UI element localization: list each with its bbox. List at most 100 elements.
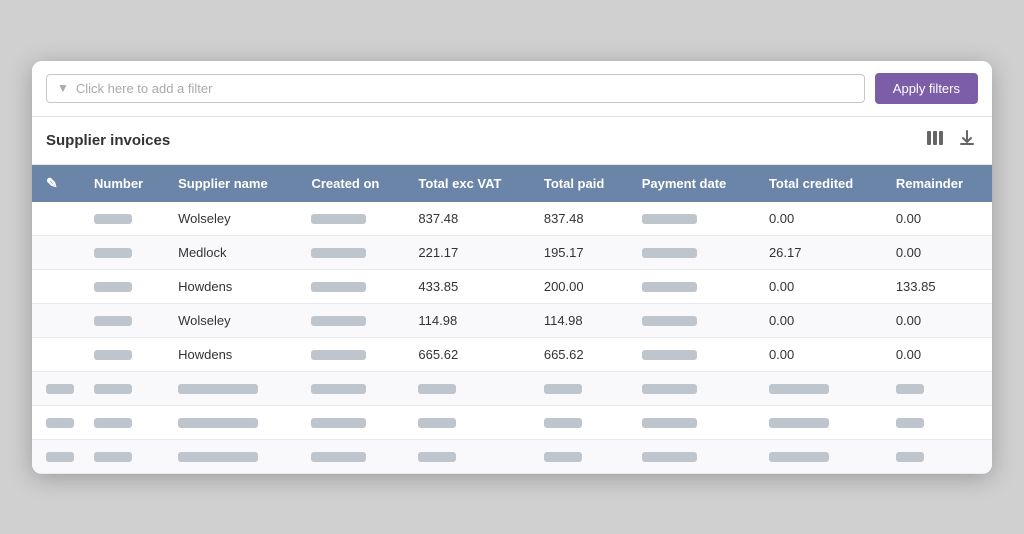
table-cell xyxy=(534,439,632,473)
table-cell-credited: 26.17 xyxy=(759,235,886,269)
apply-filters-button[interactable]: Apply filters xyxy=(875,73,978,104)
table-cell xyxy=(32,439,84,473)
table-cell-payment-date xyxy=(632,337,759,371)
table-title: Supplier invoices xyxy=(46,132,924,149)
supplier-invoices-table: ✎ Number Supplier name Created on Total … xyxy=(32,165,992,474)
table-cell-total-paid: 114.98 xyxy=(534,303,632,337)
table-row: Howdens 433.85 200.00 0.00 133.85 xyxy=(32,269,992,303)
table-cell-total-paid: 195.17 xyxy=(534,235,632,269)
table-cell xyxy=(759,439,886,473)
table-cell xyxy=(84,439,168,473)
table-cell-edit xyxy=(32,202,84,236)
table-cell-credited: 0.00 xyxy=(759,337,886,371)
table-cell xyxy=(886,439,992,473)
table-cell xyxy=(168,405,301,439)
table-cell-total-paid: 200.00 xyxy=(534,269,632,303)
table-row xyxy=(32,405,992,439)
table-cell xyxy=(32,371,84,405)
table-cell-total-paid: 665.62 xyxy=(534,337,632,371)
table-cell xyxy=(759,371,886,405)
table-cell xyxy=(84,405,168,439)
col-total-paid: Total paid xyxy=(534,165,632,202)
table-cell-created xyxy=(301,337,408,371)
table-cell-created xyxy=(301,202,408,236)
table-cell-remainder: 0.00 xyxy=(886,303,992,337)
table-cell-created xyxy=(301,303,408,337)
table-cell-supplier: Wolseley xyxy=(168,202,301,236)
table-cell-credited: 0.00 xyxy=(759,202,886,236)
table-cell xyxy=(886,405,992,439)
col-number: Number xyxy=(84,165,168,202)
table-cell xyxy=(632,439,759,473)
table-cell xyxy=(301,371,408,405)
table-cell xyxy=(534,405,632,439)
col-total-credited: Total credited xyxy=(759,165,886,202)
table-cell-total-paid: 837.48 xyxy=(534,202,632,236)
edit-icon: ✎ xyxy=(46,175,58,191)
table-cell-payment-date xyxy=(632,303,759,337)
filter-bar: ▼ Click here to add a filter Apply filte… xyxy=(32,61,992,117)
table-cell xyxy=(632,405,759,439)
table-cell-number xyxy=(84,337,168,371)
col-created-on: Created on xyxy=(301,165,408,202)
table-cell xyxy=(408,405,533,439)
table-cell-edit xyxy=(32,337,84,371)
table-cell-credited: 0.00 xyxy=(759,303,886,337)
table-header-row: Supplier invoices xyxy=(32,117,992,165)
table-row: Wolseley 837.48 837.48 0.00 0.00 xyxy=(32,202,992,236)
col-payment-date: Payment date xyxy=(632,165,759,202)
table-row: Medlock 221.17 195.17 26.17 0.00 xyxy=(32,235,992,269)
columns-icon-button[interactable] xyxy=(924,127,946,154)
table-cell-remainder: 0.00 xyxy=(886,202,992,236)
table-cell-created xyxy=(301,269,408,303)
table-cell-edit xyxy=(32,303,84,337)
filter-input-wrap[interactable]: ▼ Click here to add a filter xyxy=(46,74,865,103)
download-icon-button[interactable] xyxy=(956,127,978,154)
table-cell-number xyxy=(84,303,168,337)
table-cell-total-exc: 665.62 xyxy=(408,337,533,371)
table-cell-remainder: 0.00 xyxy=(886,235,992,269)
table-cell xyxy=(32,405,84,439)
table-cell-remainder: 133.85 xyxy=(886,269,992,303)
table-cell-edit xyxy=(32,269,84,303)
table-cell-payment-date xyxy=(632,235,759,269)
table-cell-payment-date xyxy=(632,202,759,236)
table-cell xyxy=(168,439,301,473)
col-supplier-name: Supplier name xyxy=(168,165,301,202)
table-cell-total-exc: 221.17 xyxy=(408,235,533,269)
table-header: ✎ Number Supplier name Created on Total … xyxy=(32,165,992,202)
table-cell-total-exc: 837.48 xyxy=(408,202,533,236)
col-remainder: Remainder xyxy=(886,165,992,202)
table-cell-number xyxy=(84,269,168,303)
filter-placeholder: Click here to add a filter xyxy=(76,81,213,96)
filter-icon: ▼ xyxy=(57,81,69,95)
table-cell-supplier: Medlock xyxy=(168,235,301,269)
table-row: Howdens 665.62 665.62 0.00 0.00 xyxy=(32,337,992,371)
table-cell xyxy=(632,371,759,405)
table-section: Supplier invoices xyxy=(32,117,992,474)
table-cell-edit xyxy=(32,235,84,269)
table-actions xyxy=(924,127,978,154)
table-row xyxy=(32,371,992,405)
table-cell xyxy=(886,371,992,405)
table-row xyxy=(32,439,992,473)
table-cell xyxy=(408,439,533,473)
table-cell-supplier: Wolseley xyxy=(168,303,301,337)
table-cell xyxy=(301,405,408,439)
table-cell xyxy=(168,371,301,405)
table-cell-total-exc: 433.85 xyxy=(408,269,533,303)
table-cell xyxy=(534,371,632,405)
table-cell-remainder: 0.00 xyxy=(886,337,992,371)
table-cell xyxy=(84,371,168,405)
table-cell-number xyxy=(84,202,168,236)
table-cell-total-exc: 114.98 xyxy=(408,303,533,337)
table-cell-created xyxy=(301,235,408,269)
col-edit: ✎ xyxy=(32,165,84,202)
table-cell xyxy=(759,405,886,439)
table-cell-number xyxy=(84,235,168,269)
table-cell-supplier: Howdens xyxy=(168,269,301,303)
main-window: ▼ Click here to add a filter Apply filte… xyxy=(32,61,992,474)
table-cell-supplier: Howdens xyxy=(168,337,301,371)
table-cell xyxy=(408,371,533,405)
table-cell-payment-date xyxy=(632,269,759,303)
